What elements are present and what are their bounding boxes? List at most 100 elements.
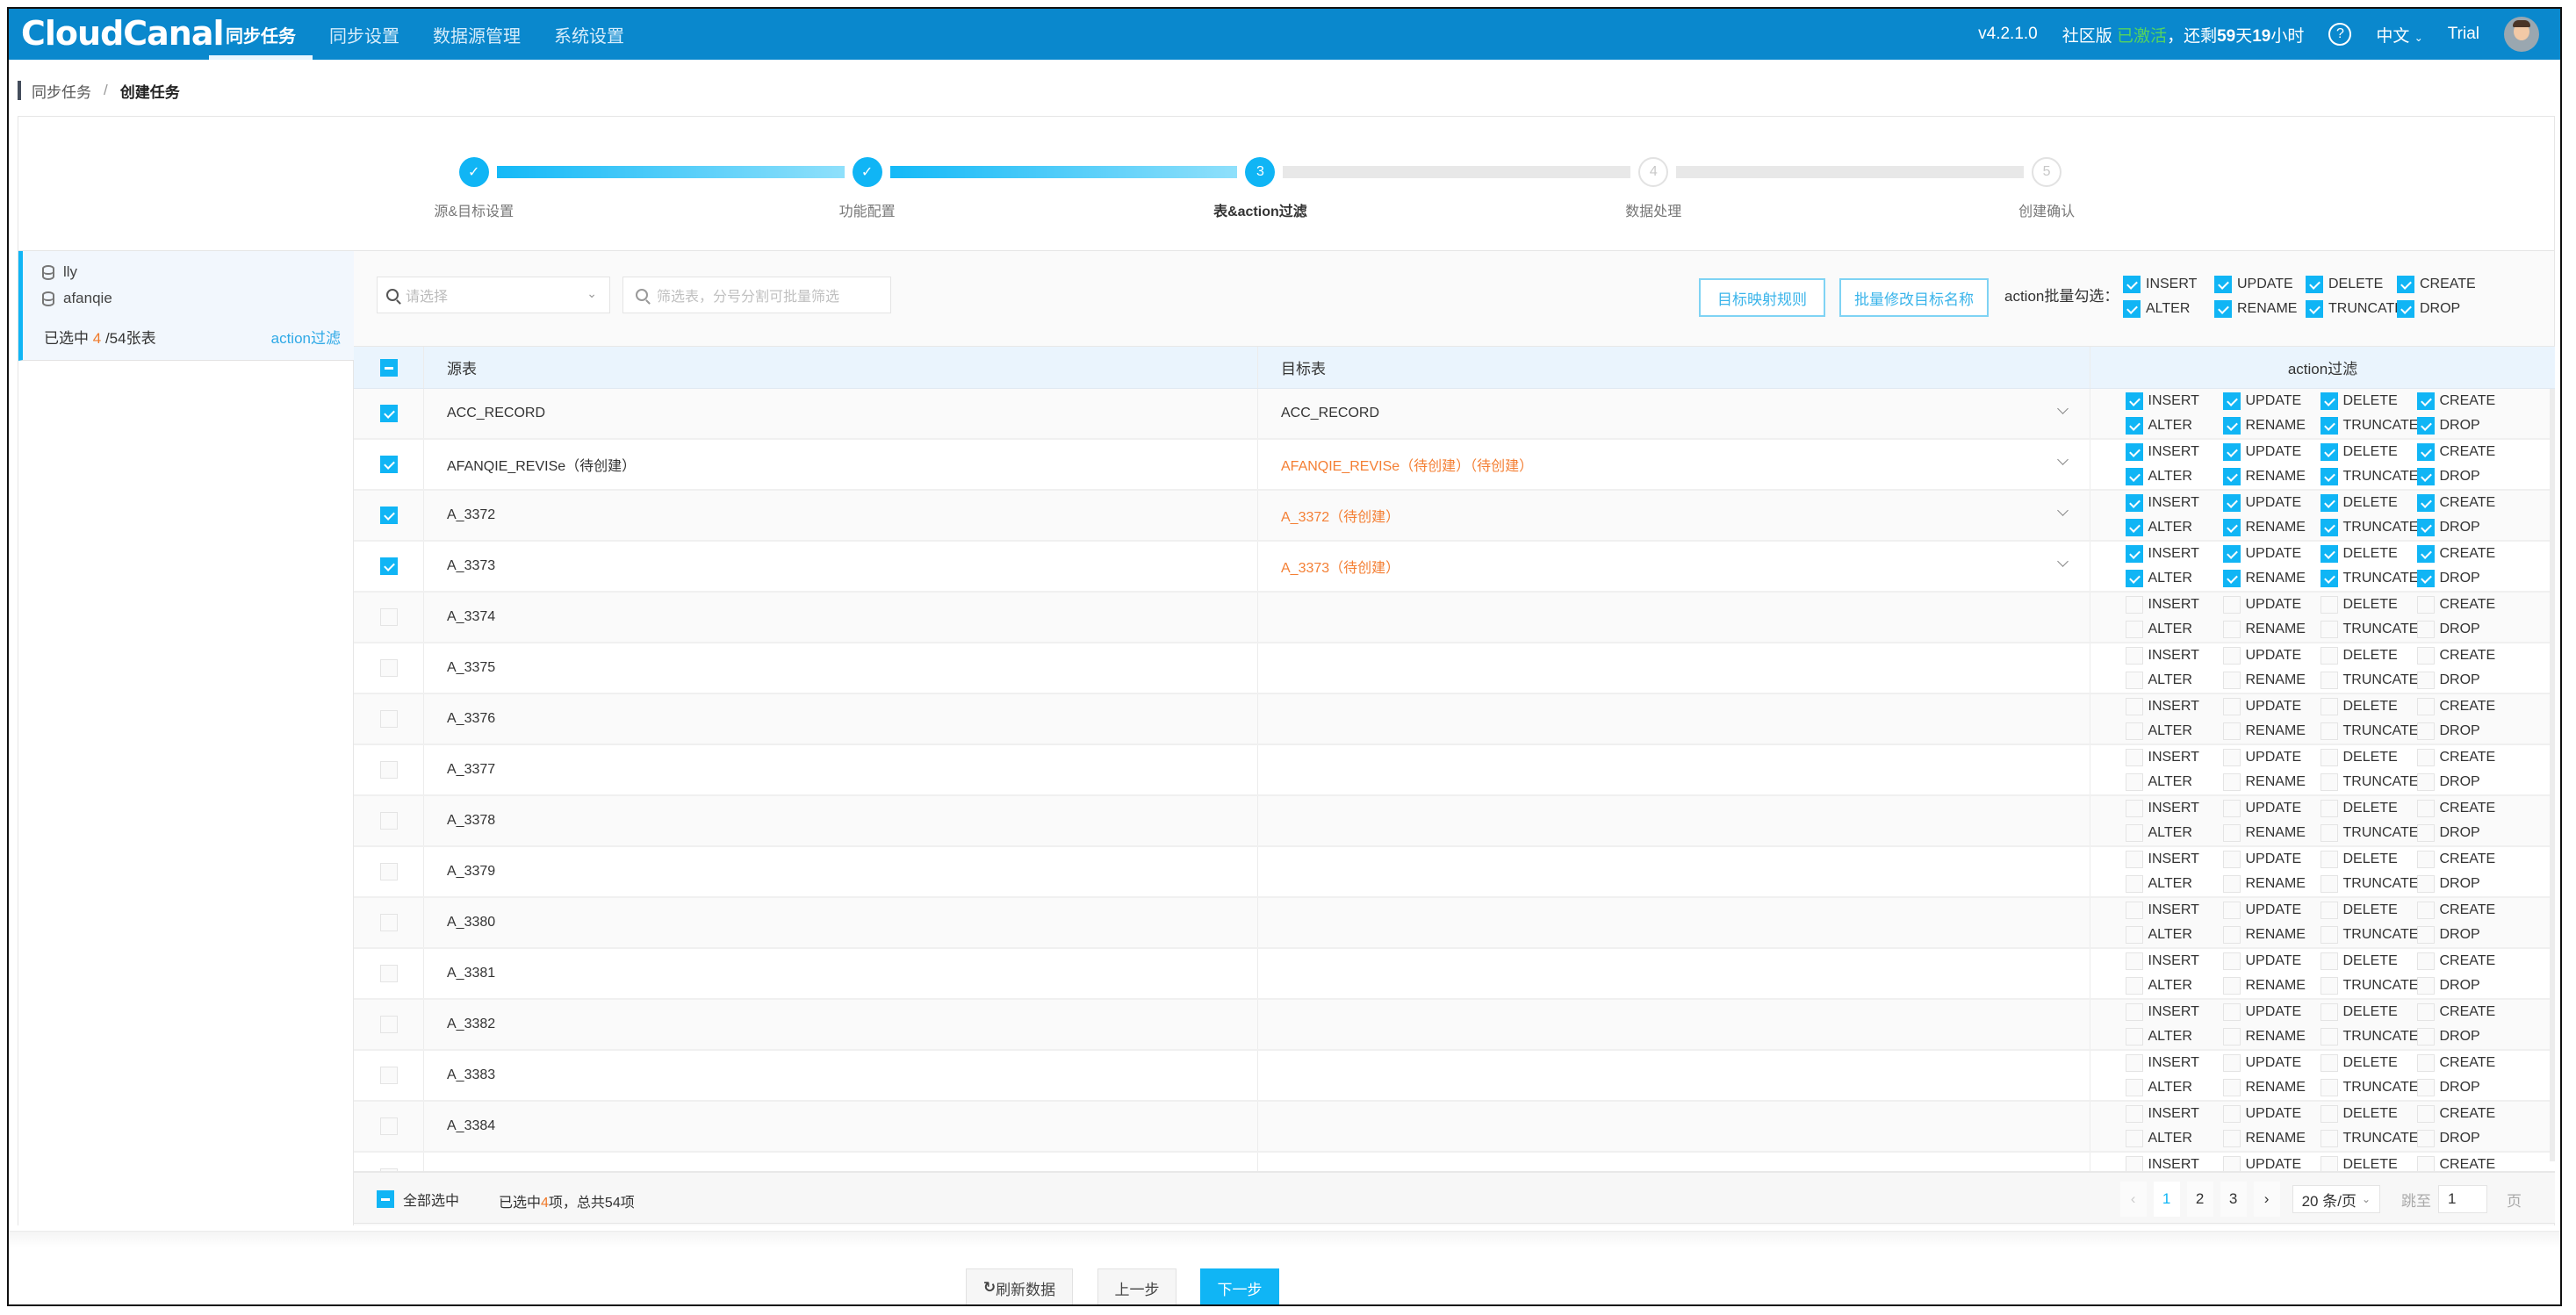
row-action-insert[interactable]: INSERT	[2125, 392, 2223, 411]
checkbox[interactable]	[2320, 800, 2338, 817]
checkbox[interactable]	[2320, 647, 2338, 665]
table-row[interactable]: ACC_RECORD ACC_RECORD INSERT UPDATE DELETE CR…	[354, 389, 2555, 440]
row-action-rename[interactable]: RENAME	[2222, 518, 2321, 537]
checkbox[interactable]	[2222, 875, 2241, 893]
checkbox[interactable]	[2222, 1079, 2241, 1096]
row-action-rename[interactable]: RENAME	[2222, 671, 2321, 690]
select-all-checkbox[interactable]	[377, 1190, 394, 1208]
row-action-update[interactable]: UPDATE	[2222, 392, 2321, 411]
row-action-drop[interactable]: DROP	[2416, 671, 2496, 690]
checkbox[interactable]	[2222, 1028, 2241, 1046]
checkbox[interactable]	[2125, 875, 2143, 893]
row-action-delete[interactable]: DELETE	[2320, 850, 2417, 869]
row-checkbox[interactable]	[379, 1016, 398, 1033]
checkbox[interactable]	[2222, 773, 2241, 791]
row-action-truncate[interactable]: TRUNCATE	[2320, 518, 2418, 537]
checkbox[interactable]	[2125, 851, 2143, 868]
checkbox[interactable]	[2416, 1156, 2435, 1171]
row-action-alter[interactable]: ALTER	[2125, 569, 2223, 588]
row-action-insert[interactable]: INSERT	[2125, 493, 2223, 513]
checkbox[interactable]	[2320, 749, 2338, 766]
row-action-truncate[interactable]: TRUNCATE	[2320, 569, 2418, 588]
row-action-insert[interactable]: INSERT	[2125, 850, 2223, 869]
checkbox[interactable]	[2125, 392, 2143, 410]
user-name[interactable]: Trial	[2448, 25, 2479, 44]
table-row[interactable]: A_3372 A_3372（待创建） INSERT UPDATE DELETE CREAT…	[354, 491, 2555, 542]
row-action-create[interactable]: CREATE	[2416, 392, 2496, 411]
row-action-truncate[interactable]: TRUNCATE	[2320, 620, 2418, 639]
row-action-alter[interactable]: ALTER	[2125, 925, 2223, 945]
row-action-update[interactable]: UPDATE	[2222, 799, 2321, 818]
row-action-update[interactable]: UPDATE	[2222, 748, 2321, 767]
row-action-update[interactable]: UPDATE	[2222, 1155, 2321, 1171]
row-action-delete[interactable]: DELETE	[2320, 595, 2417, 614]
checkbox[interactable]	[2416, 800, 2435, 817]
row-action-rename[interactable]: RENAME	[2222, 1078, 2321, 1097]
checkbox[interactable]	[2416, 977, 2435, 995]
checkbox[interactable]	[2416, 773, 2435, 791]
checkbox[interactable]	[2416, 672, 2435, 689]
row-action-drop[interactable]: DROP	[2416, 467, 2496, 486]
prev-page-button[interactable]: ‹	[2119, 1182, 2147, 1217]
row-action-create[interactable]: CREATE	[2416, 1104, 2496, 1124]
checkbox[interactable]	[2222, 722, 2241, 740]
checkbox[interactable]	[2125, 621, 2143, 638]
row-checkbox[interactable]	[379, 1117, 398, 1135]
breadcrumb-parent[interactable]: 同步任务	[32, 80, 91, 102]
row-action-alter[interactable]: ALTER	[2125, 620, 2223, 639]
checkbox[interactable]	[2125, 443, 2143, 461]
checkbox[interactable]	[2222, 902, 2241, 919]
row-action-truncate[interactable]: TRUNCATE	[2320, 467, 2418, 486]
row-action-insert[interactable]: INSERT	[2125, 595, 2223, 614]
row-action-rename[interactable]: RENAME	[2222, 416, 2321, 435]
checkbox[interactable]	[2125, 1105, 2143, 1123]
row-action-update[interactable]: UPDATE	[2222, 1053, 2321, 1073]
row-action-drop[interactable]: DROP	[2416, 772, 2496, 792]
row-action-update[interactable]: UPDATE	[2222, 697, 2321, 716]
checkbox[interactable]	[2222, 1054, 2241, 1072]
checkbox[interactable]	[2222, 596, 2241, 614]
row-action-insert[interactable]: INSERT	[2125, 442, 2223, 462]
row-action-drop[interactable]: DROP	[2416, 823, 2496, 843]
nav-datasource-management[interactable]: 数据源管理	[416, 9, 537, 60]
row-action-alter[interactable]: ALTER	[2125, 772, 2223, 792]
row-action-create[interactable]: CREATE	[2416, 901, 2496, 920]
checkbox[interactable]	[2320, 1054, 2338, 1072]
row-action-delete[interactable]: DELETE	[2320, 1053, 2417, 1073]
row-action-delete[interactable]: DELETE	[2320, 799, 2417, 818]
checkbox[interactable]	[2214, 300, 2232, 318]
checkbox[interactable]	[2320, 1105, 2338, 1123]
target-mapping-rule-button[interactable]: 目标映射规则	[1699, 278, 1825, 317]
checkbox[interactable]	[2222, 647, 2241, 665]
checkbox[interactable]	[2125, 902, 2143, 919]
chevron-down-icon[interactable]	[2057, 556, 2069, 567]
checkbox[interactable]	[2306, 300, 2323, 318]
table-row[interactable]: A_3377 INSERT UPDATE DELETE CREATE ALTER RENAM…	[354, 745, 2555, 796]
checkbox[interactable]	[2222, 977, 2241, 995]
row-action-rename[interactable]: RENAME	[2222, 772, 2321, 792]
row-action-insert[interactable]: INSERT	[2125, 1104, 2223, 1124]
row-action-delete[interactable]: DELETE	[2320, 901, 2417, 920]
checkbox[interactable]	[2416, 824, 2435, 842]
checkbox[interactable]	[2416, 926, 2435, 944]
chevron-down-icon[interactable]	[2057, 505, 2069, 516]
checkbox[interactable]	[2416, 417, 2435, 435]
target-table-cell[interactable]: A_3373（待创建）	[1258, 542, 2090, 591]
checkbox[interactable]	[2222, 1130, 2241, 1147]
checkbox[interactable]	[2125, 1028, 2143, 1046]
checkbox[interactable]	[2125, 926, 2143, 944]
row-action-drop[interactable]: DROP	[2416, 1078, 2496, 1097]
batch-rename-target-button[interactable]: 批量修改目标名称	[1839, 278, 1989, 317]
checkbox[interactable]	[2416, 875, 2435, 893]
checkbox[interactable]	[2125, 494, 2143, 512]
table-row[interactable]: A_3381 INSERT UPDATE DELETE CREATE ALTER RENAM…	[354, 949, 2555, 1000]
table-row[interactable]: A_3383 INSERT UPDATE DELETE CREATE ALTER RENAM…	[354, 1051, 2555, 1102]
checkbox[interactable]	[2320, 1003, 2338, 1021]
row-action-drop[interactable]: DROP	[2416, 722, 2496, 741]
action-filter-link[interactable]: action过滤	[271, 326, 341, 348]
checkbox[interactable]	[2416, 851, 2435, 868]
chevron-down-icon[interactable]	[2057, 454, 2069, 465]
table-row[interactable]: A_3384 INSERT UPDATE DELETE CREATE ALTER RENAM…	[354, 1102, 2555, 1153]
checkbox[interactable]	[2222, 851, 2241, 868]
checkbox[interactable]	[2320, 824, 2338, 842]
